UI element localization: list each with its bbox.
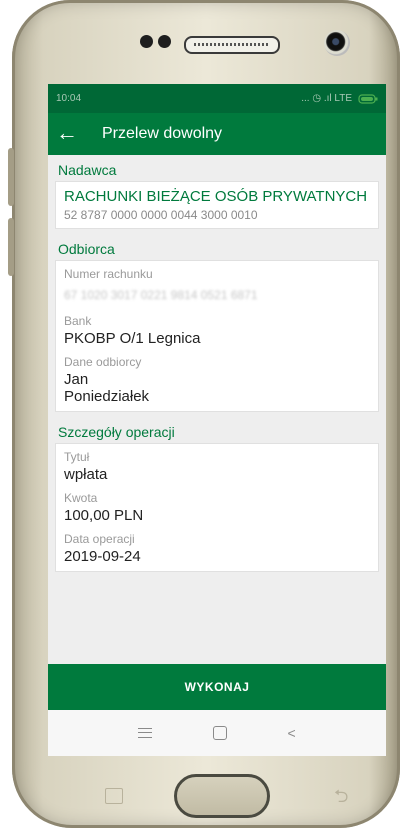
date-label: Data operacji [64, 532, 135, 546]
menu-icon[interactable] [138, 728, 153, 738]
status-bar: 10:04 ... ◷ .ıl LTE [48, 84, 386, 113]
app-bar: ← Przelew dowolny [48, 113, 386, 155]
account-number-label: Numer rachunku [64, 267, 153, 281]
sender-section-title: Nadawca [58, 162, 117, 178]
recipient-name-label: Dane odbiorcy [64, 355, 142, 369]
home-icon[interactable] [212, 726, 227, 740]
battery-icon [358, 93, 378, 104]
execute-button[interactable]: WYKONAJ [48, 664, 386, 710]
phone-frame: 10:04 ... ◷ .ıl LTE ← Przelew dowolny Na… [8, 0, 400, 828]
volume-button [8, 148, 14, 206]
recipient-name-line1: Jan [64, 371, 89, 388]
sender-card[interactable]: RACHUNKI BIEŻĄCE OSÓB PRYWATNYCH 52 8787… [56, 182, 378, 228]
amount-label: Kwota [64, 491, 98, 505]
details-section-title: Szczegóły operacji [58, 424, 175, 440]
back-arrow-icon[interactable]: ← [56, 122, 78, 144]
sender-account-number: 52 8787 0000 0000 0044 3000 0010 [64, 208, 258, 222]
screen: 10:04 ... ◷ .ıl LTE ← Przelew dowolny Na… [48, 84, 386, 756]
side-button [8, 218, 14, 276]
front-camera [324, 30, 350, 56]
sender-account-name: RACHUNKI BIEŻĄCE OSÓB PRYWATNYCH [64, 188, 368, 205]
recipient-card: Numer rachunku 67 1020 3017 0221 9814 05… [56, 261, 378, 411]
amount-value: 100,00 PLN [64, 507, 144, 524]
light-sensor [158, 35, 171, 48]
details-card: Tytuł wpłata Kwota 100,00 PLN Data opera… [56, 444, 378, 571]
back-key-icon[interactable]: ⮌ [334, 784, 348, 814]
android-nav-bar: < [48, 710, 386, 756]
home-hardware-button[interactable] [174, 774, 270, 818]
bank-value: PKOBP O/1 Legnica [64, 330, 201, 347]
page-title: Przelew dowolny [102, 125, 223, 142]
status-time: 10:04 [56, 93, 82, 104]
title-value: wpłata [64, 466, 108, 483]
recipient-section-title: Odbiorca [58, 241, 115, 257]
account-number-value: 67 1020 3017 0221 9814 0521 6871 [64, 288, 258, 302]
recipient-name-line2: Poniedziałek [64, 388, 150, 405]
status-indicators: ... ◷ .ıl LTE [301, 93, 378, 104]
title-label: Tytuł [64, 450, 90, 464]
back-icon[interactable]: < [287, 725, 295, 741]
proximity-sensor [140, 35, 153, 48]
earpiece-speaker [184, 36, 280, 54]
date-value: 2019-09-24 [64, 548, 141, 565]
bank-label: Bank [64, 314, 92, 328]
signal-icon: ... ◷ .ıl LTE [301, 93, 352, 104]
recent-apps-key-icon[interactable] [105, 788, 123, 804]
